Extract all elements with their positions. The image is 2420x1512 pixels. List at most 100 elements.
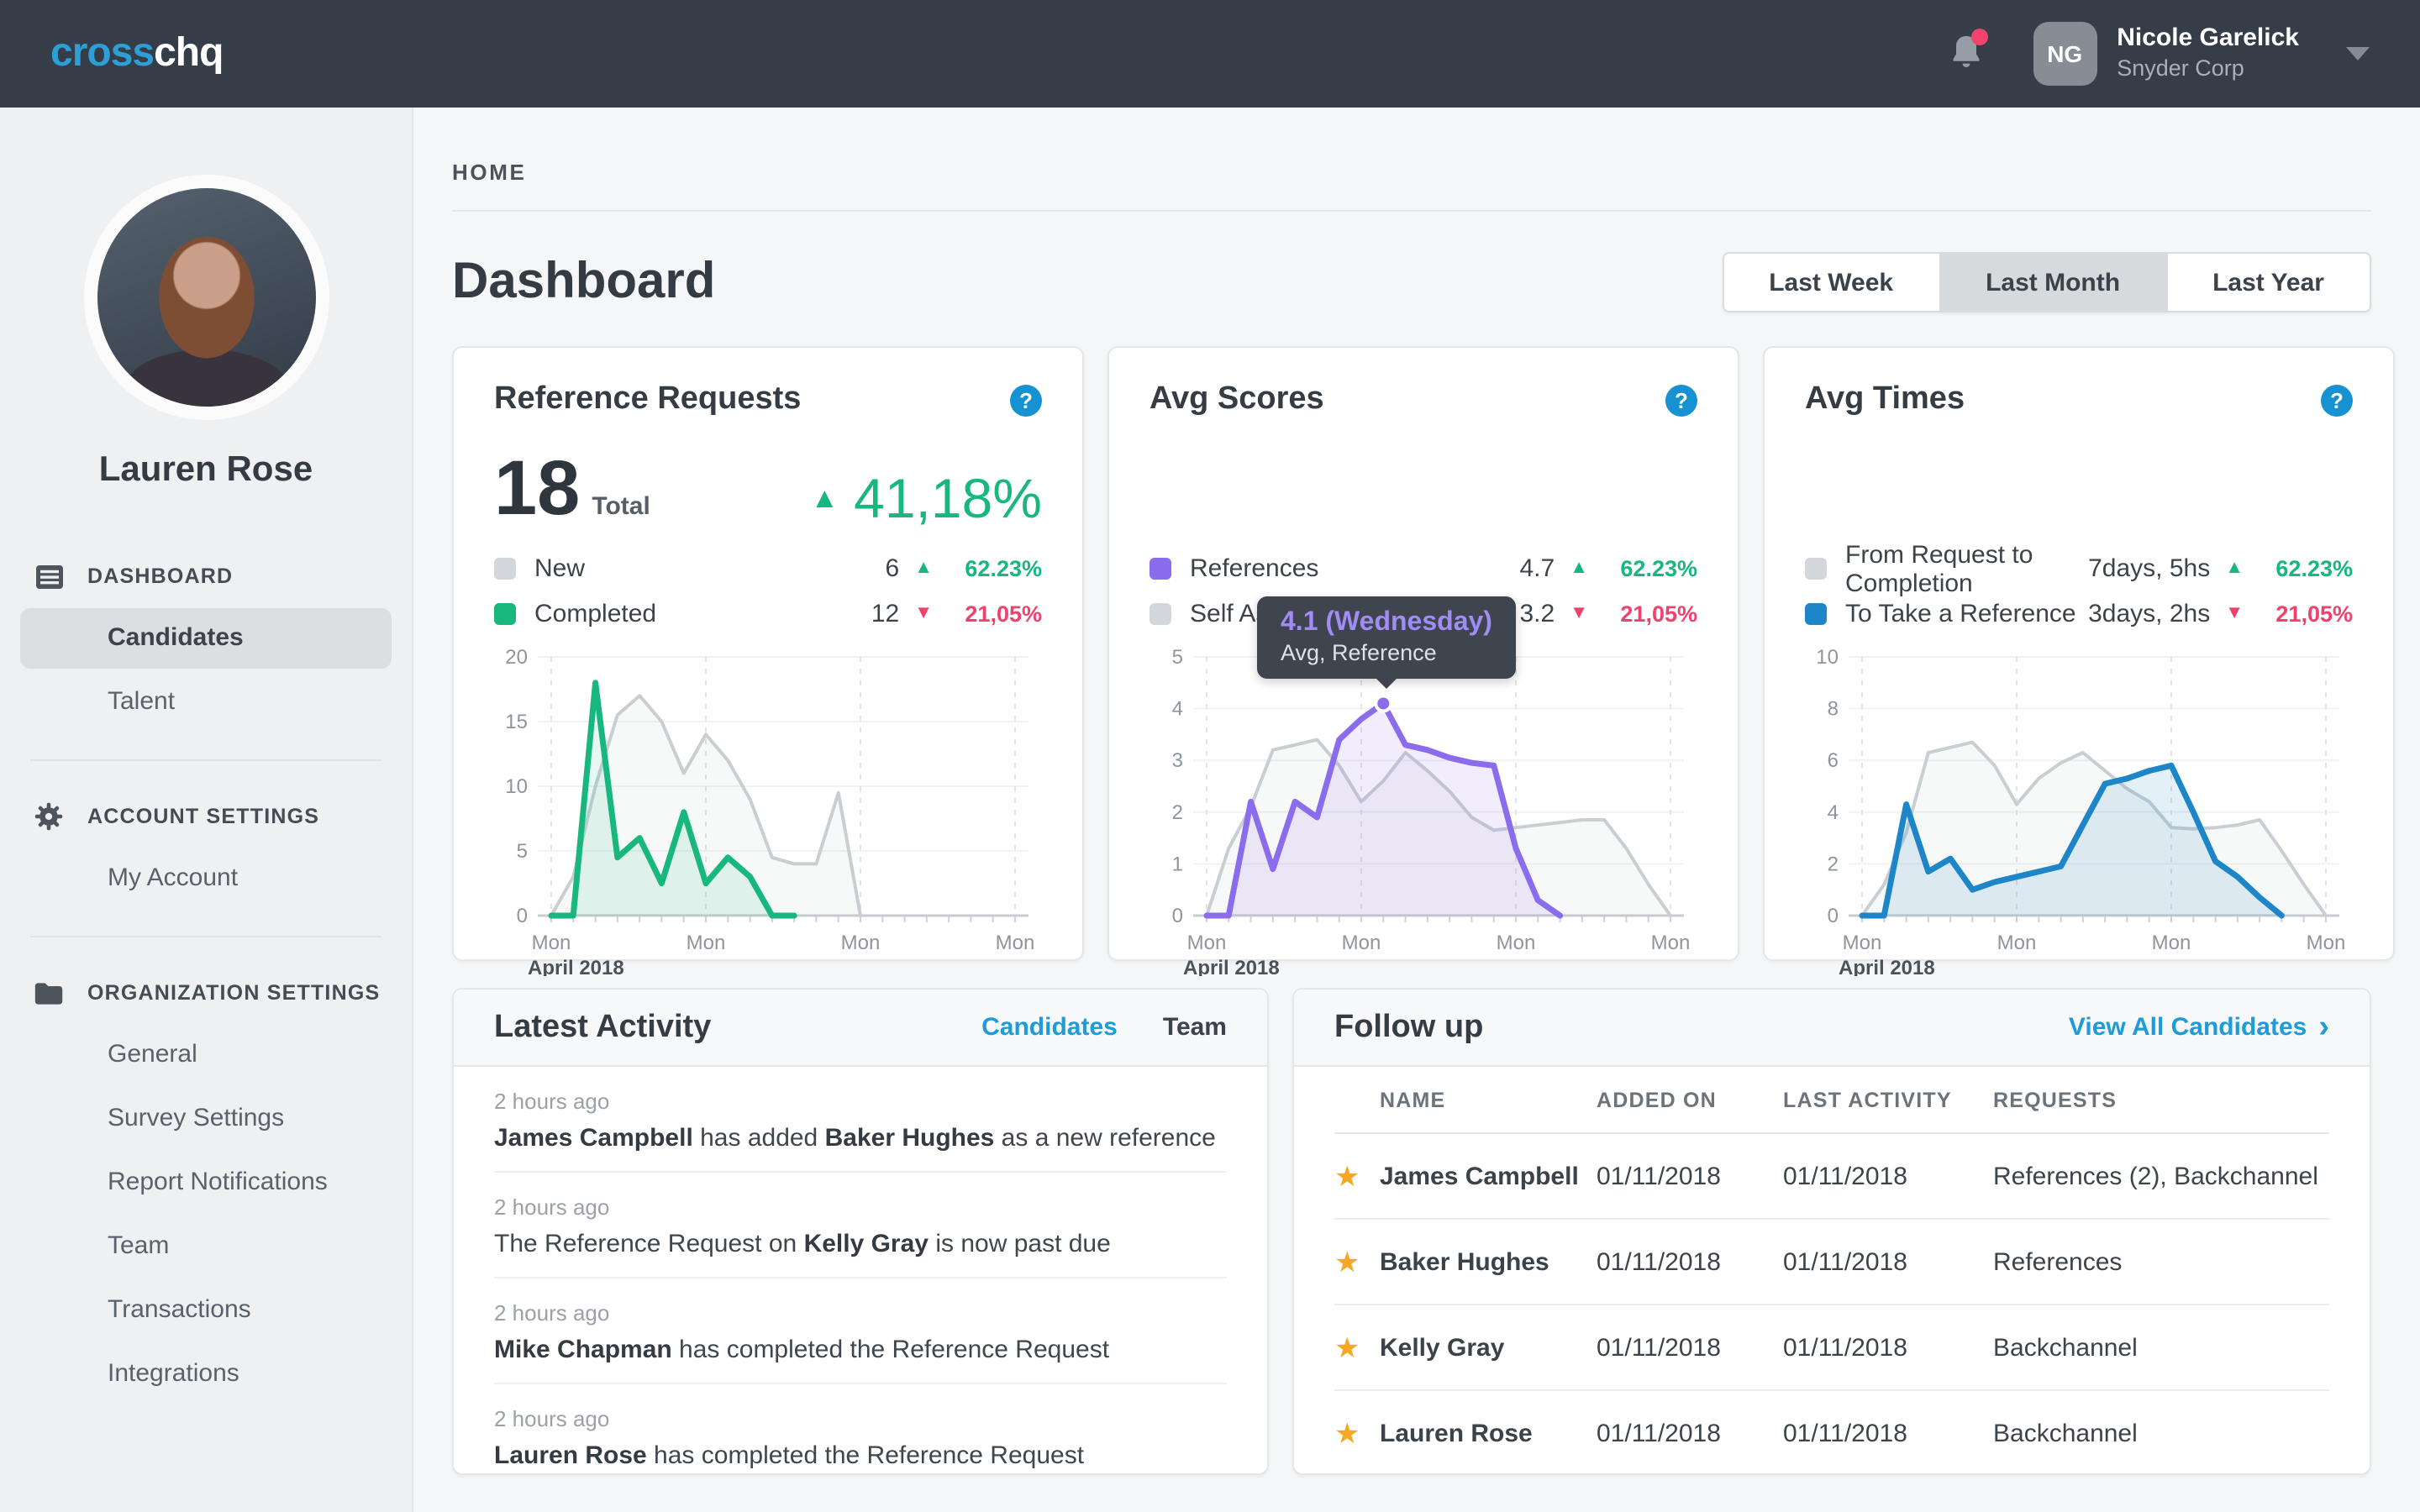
- star-icon[interactable]: ★: [1334, 1333, 1380, 1362]
- activity-item: 2 hours ago The Reference Request on Kell…: [494, 1173, 1227, 1278]
- activity-timestamp: 2 hours ago: [494, 1089, 1227, 1114]
- legend-percent: 62.23%: [944, 556, 1042, 581]
- chevron-right-icon: ›: [2318, 1011, 2329, 1042]
- last-year-button[interactable]: Last Year: [2167, 254, 2370, 311]
- sidebar-item-transactions[interactable]: Transactions: [20, 1280, 392, 1341]
- last-activity-cell: 01/11/2018: [1783, 1420, 1993, 1448]
- added-on-cell: 01/11/2018: [1597, 1420, 1783, 1448]
- references-swatch: [1150, 558, 1171, 580]
- sidebar-item-survey-settings[interactable]: Survey Settings: [20, 1089, 392, 1149]
- svg-text:0: 0: [1828, 905, 1839, 927]
- activity-text: The Reference Request on Kelly Gray is n…: [494, 1230, 1227, 1258]
- view-all-candidates-link[interactable]: View All Candidates ›: [2069, 1012, 2329, 1042]
- legend-label: New: [534, 554, 886, 583]
- help-icon[interactable]: ?: [1665, 384, 1697, 416]
- activity-tabs: Candidates Team: [981, 1013, 1227, 1042]
- legend-percent: 21,05%: [944, 601, 1042, 627]
- activity-entity-name: James Campbell: [494, 1124, 693, 1152]
- bottom-row: Latest Activity Candidates Team 2 hours …: [452, 988, 2371, 1475]
- svg-text:Mon: Mon: [1651, 932, 1691, 954]
- folder-icon: [34, 978, 64, 1008]
- request-to-completion-swatch: [1805, 558, 1827, 580]
- table-row[interactable]: ★ Kelly Gray 01/11/2018 01/11/2018 Backc…: [1334, 1305, 2329, 1391]
- nav-section-label: ACCOUNT SETTINGS: [87, 805, 319, 828]
- sidebar: Lauren Rose DASHBOARD Candidates Talent …: [0, 108, 413, 1512]
- svg-text:2: 2: [1172, 801, 1183, 824]
- card-title: Follow up: [1334, 1009, 1483, 1046]
- star-icon[interactable]: ★: [1334, 1247, 1380, 1276]
- sidebar-item-report-notifications[interactable]: Report Notifications: [20, 1152, 392, 1213]
- sidebar-item-my-account[interactable]: My Account: [20, 848, 392, 909]
- breadcrumb[interactable]: HOME: [452, 160, 526, 185]
- notifications-button[interactable]: [1945, 32, 1986, 76]
- chevron-down-icon[interactable]: [2346, 47, 2370, 60]
- svg-text:4: 4: [1828, 801, 1839, 824]
- last-activity-cell: 01/11/2018: [1783, 1333, 1993, 1362]
- activity-timestamp: 2 hours ago: [494, 1406, 1227, 1431]
- dashboard-list-icon: [34, 561, 64, 591]
- svg-text:6: 6: [1828, 749, 1839, 772]
- table-row[interactable]: ★ Lauren Rose 01/11/2018 01/11/2018 Back…: [1334, 1391, 2329, 1475]
- activity-text-fragment: The Reference Request on: [494, 1230, 804, 1258]
- sidebar-item-general[interactable]: General: [20, 1025, 392, 1085]
- candidate-name: James Campbell: [1380, 1162, 1597, 1190]
- last-week-button[interactable]: Last Week: [1723, 254, 1939, 311]
- user-avatar[interactable]: NG: [2033, 22, 2096, 86]
- table-row[interactable]: ★ James Campbell 01/11/2018 01/11/2018 R…: [1334, 1134, 2329, 1220]
- svg-text:Mon: Mon: [1843, 932, 1882, 954]
- added-on-cell: 01/11/2018: [1597, 1333, 1783, 1362]
- tooltip-title: 4.1 (Wednesday): [1281, 608, 1492, 638]
- tab-team[interactable]: Team: [1163, 1013, 1227, 1042]
- legend-percent: 62.23%: [2255, 556, 2353, 581]
- legend: From Request to Completion 7days, 5hs ▲ …: [1805, 546, 2353, 637]
- user-meta[interactable]: Nicole Garelick Snyder Corp: [2117, 24, 2299, 83]
- crosschq-logo[interactable]: crosschq: [50, 30, 223, 77]
- latest-activity-card: Latest Activity Candidates Team 2 hours …: [452, 988, 1269, 1475]
- time-filter-group: Last Week Last Month Last Year: [1722, 252, 2371, 312]
- svg-text:Mon: Mon: [1187, 932, 1227, 954]
- activity-timestamp: 2 hours ago: [494, 1194, 1227, 1220]
- help-icon[interactable]: ?: [1010, 384, 1042, 416]
- activity-list: 2 hours agoJames Campbell has added Bake…: [454, 1067, 1267, 1475]
- activity-text-fragment: has completed the Reference Request: [672, 1336, 1109, 1364]
- follow-up-table: NAME ADDED ON LAST ACTIVITY REQUESTS ★ J…: [1294, 1067, 2370, 1475]
- sidebar-divider: [30, 759, 381, 761]
- profile-block: Lauren Rose: [0, 188, 412, 491]
- legend-value: 6: [886, 554, 900, 583]
- page-head: Dashboard Last Week Last Month Last Year: [452, 252, 2371, 312]
- table-row[interactable]: ★ Baker Hughes 01/11/2018 01/11/2018 Ref…: [1334, 1220, 2329, 1305]
- candidate-name: Lauren Rose: [1380, 1420, 1597, 1448]
- sidebar-item-integrations[interactable]: Integrations: [20, 1344, 392, 1404]
- activity-entity-name: Lauren Rose: [494, 1441, 647, 1470]
- candidate-name: Baker Hughes: [1380, 1247, 1597, 1276]
- avg-times-card: Avg Times ? From Request to Completion 7…: [1763, 346, 2395, 961]
- reference-requests-summary: 18 Total ▲ 41,18%: [494, 432, 1042, 526]
- card-title: Avg Times: [1805, 381, 1965, 418]
- star-icon[interactable]: ★: [1334, 1162, 1380, 1190]
- sidebar-divider: [30, 936, 381, 937]
- activity-text: Lauren Rose has completed the Reference …: [494, 1441, 1227, 1470]
- tab-candidates[interactable]: Candidates: [981, 1013, 1118, 1042]
- up-triangle-icon: ▲: [914, 559, 933, 578]
- svg-text:Mon: Mon: [2152, 932, 2191, 954]
- sidebar-item-candidates[interactable]: Candidates: [20, 608, 392, 669]
- sidebar-item-talent[interactable]: Talent: [20, 672, 392, 732]
- star-icon[interactable]: ★: [1334, 1420, 1380, 1448]
- take-a-reference-swatch: [1805, 603, 1827, 625]
- page-title: Dashboard: [452, 254, 715, 311]
- sidebar-item-team[interactable]: Team: [20, 1216, 392, 1277]
- svg-text:Mon: Mon: [996, 932, 1035, 954]
- svg-text:20: 20: [505, 647, 528, 669]
- activity-timestamp: 2 hours ago: [494, 1300, 1227, 1326]
- svg-text:1: 1: [1172, 853, 1183, 875]
- last-month-button[interactable]: Last Month: [1939, 254, 2167, 311]
- total-value: 18: [494, 449, 580, 526]
- legend-value: 4.7: [1520, 554, 1555, 583]
- card-header: Avg Times ?: [1805, 381, 2353, 418]
- card-header: Avg Scores ?: [1150, 381, 1697, 418]
- requests-cell: References: [1993, 1247, 2329, 1276]
- breadcrumb-row: HOME: [452, 108, 2371, 212]
- legend-label: References: [1190, 554, 1520, 583]
- help-icon[interactable]: ?: [2321, 384, 2353, 416]
- area-chart: 0246810MonMonMonMonApril 2018: [1805, 647, 2353, 976]
